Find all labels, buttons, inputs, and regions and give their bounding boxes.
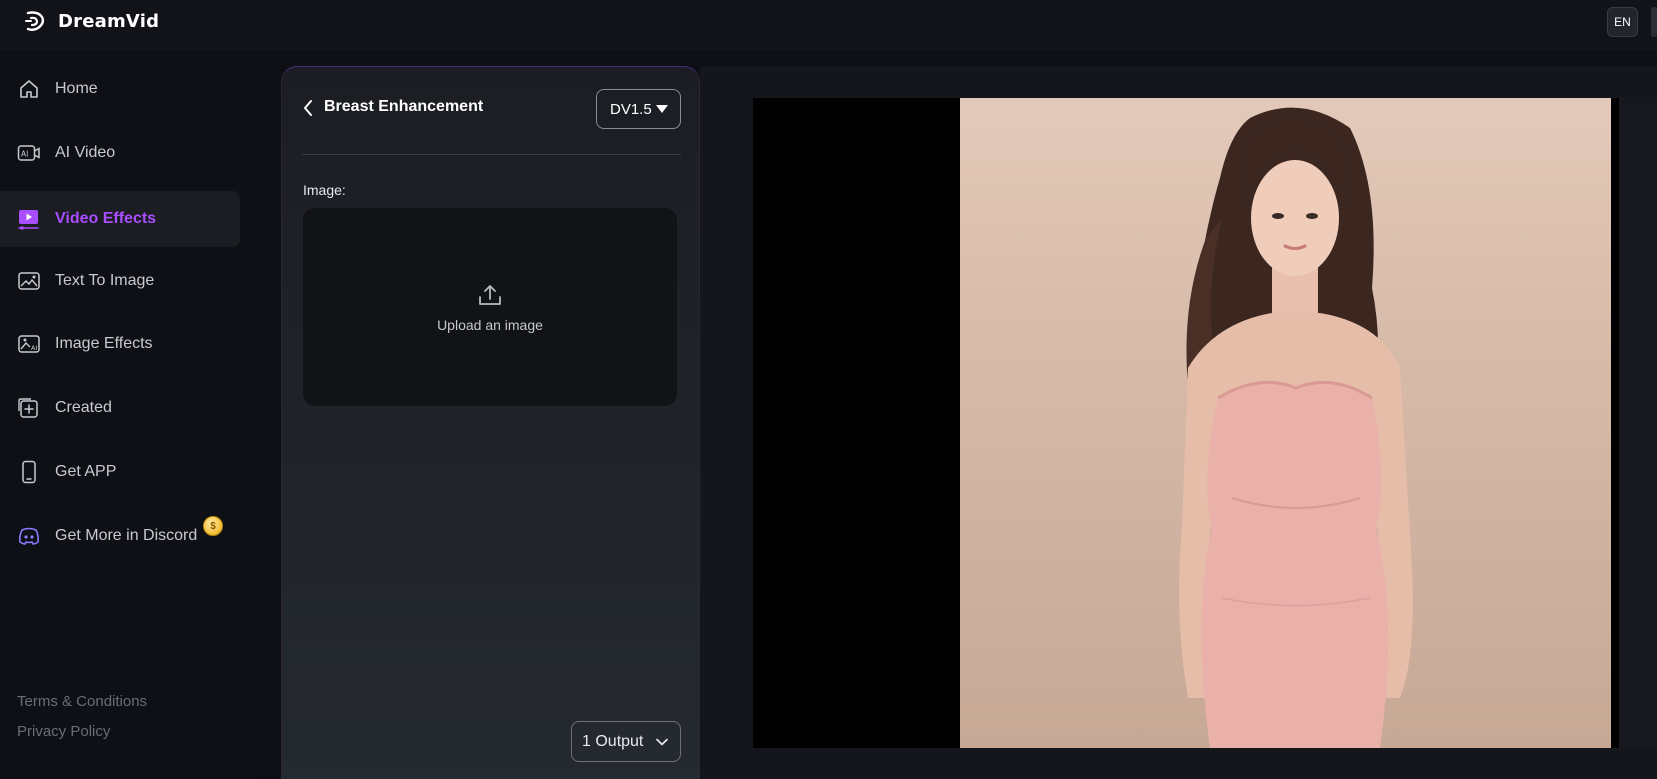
image-upload-dropzone[interactable]: Upload an image (303, 208, 677, 406)
text-to-image-icon (17, 269, 41, 293)
discord-icon (17, 524, 41, 548)
panel-title: Breast Enhancement (324, 98, 484, 115)
svg-text:AI: AI (31, 344, 37, 352)
app-name: DreamVid (58, 10, 160, 32)
output-count-select[interactable]: 1 Output (571, 721, 681, 762)
sidebar-item-created[interactable]: Created (0, 380, 252, 436)
sidebar-item-label: Created (55, 399, 112, 416)
sidebar-item-text-to-image[interactable]: Text To Image (0, 253, 252, 309)
sidebar-item-label: Home (55, 80, 98, 97)
privacy-link[interactable]: Privacy Policy (17, 723, 110, 740)
caret-down-icon (656, 105, 668, 113)
image-field-label: Image: (303, 182, 346, 198)
back-chevron-icon[interactable] (300, 98, 316, 118)
sidebar-item-video-effects[interactable]: Video Effects (0, 191, 240, 247)
created-icon (17, 396, 41, 420)
coin-icon: $ (203, 516, 223, 536)
sidebar-item-label: Image Effects (55, 335, 153, 352)
sidebar-item-label: Get APP (55, 463, 117, 480)
app-logo[interactable]: DreamVid (22, 8, 159, 34)
terms-link[interactable]: Terms & Conditions (17, 693, 147, 710)
sidebar-item-label: Text To Image (55, 272, 155, 289)
top-bar: DreamVid EN (0, 0, 1657, 50)
chevron-down-icon (656, 738, 668, 745)
phone-icon (17, 460, 41, 484)
preview-edge (1619, 98, 1657, 748)
sidebar-item-get-app[interactable]: Get APP (0, 444, 252, 500)
preview-image (960, 98, 1611, 748)
divider (302, 154, 681, 155)
video-effects-icon (17, 207, 41, 231)
sidebar-item-image-effects[interactable]: AI Image Effects (0, 316, 252, 372)
sidebar-item-label: AI Video (55, 144, 116, 161)
language-button[interactable]: EN (1607, 7, 1638, 37)
dreamvid-logo-icon (25, 11, 45, 31)
sidebar: Home AI AI Video Video Effects Text To I… (0, 50, 252, 779)
sidebar-item-ai-video[interactable]: AI AI Video (0, 125, 252, 181)
ai-video-icon: AI (17, 141, 41, 165)
upload-text: Upload an image (437, 316, 543, 333)
sidebar-item-home[interactable]: Home (0, 61, 252, 117)
upload-icon (479, 284, 501, 305)
output-count-value: 1 Output (582, 732, 644, 750)
home-icon (17, 77, 41, 101)
sidebar-item-label: Get More in Discord (55, 527, 198, 544)
model-select[interactable]: DV1.5 (596, 89, 681, 129)
image-effects-icon: AI (17, 332, 41, 356)
effect-panel: Breast Enhancement DV1.5 Image: Upload a… (281, 66, 700, 779)
model-select-value: DV1.5 (610, 100, 652, 118)
sidebar-item-label: Video Effects (55, 210, 157, 227)
scroll-edge (1651, 7, 1657, 37)
svg-text:AI: AI (21, 150, 28, 159)
